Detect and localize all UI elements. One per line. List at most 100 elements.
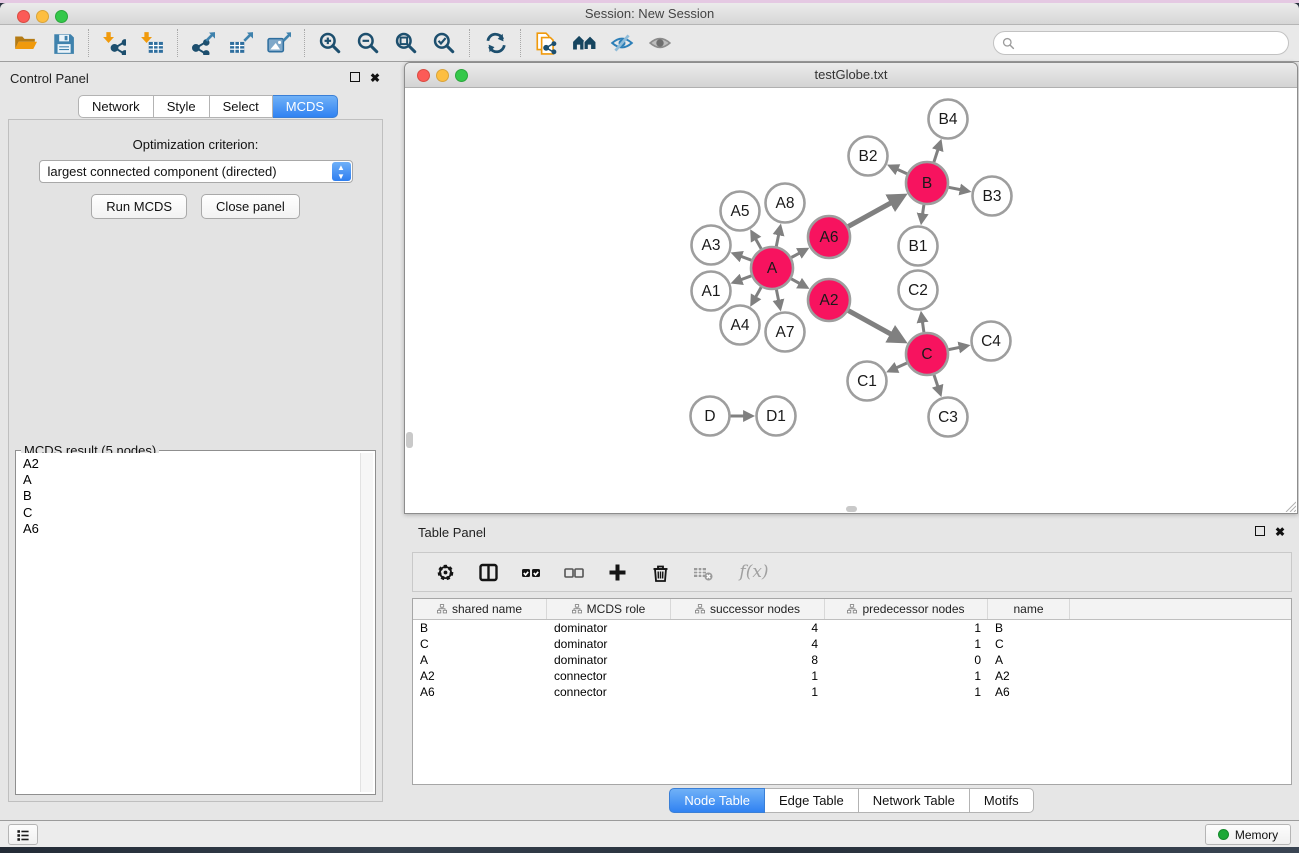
column-header-predecessor-nodes[interactable]: predecessor nodes <box>825 599 988 619</box>
graph-edge-C-C2[interactable] <box>922 321 924 332</box>
result-scrollbar[interactable] <box>360 453 373 792</box>
table-close-panel-icon[interactable]: ✖ <box>1275 526 1285 538</box>
graph-edge-C-C1[interactable] <box>895 363 907 368</box>
import-table-button[interactable] <box>133 27 171 59</box>
graph-node-A1[interactable]: A1 <box>692 272 731 311</box>
graph-node-B4[interactable]: B4 <box>929 100 968 139</box>
zoom-selected-button[interactable] <box>425 27 463 59</box>
mcds-result-list[interactable]: A2ABCA6 <box>18 453 360 792</box>
add-column-button[interactable] <box>604 557 630 587</box>
open-file-button[interactable] <box>6 27 44 59</box>
import-network-button[interactable] <box>95 27 133 59</box>
export-network-button[interactable] <box>184 27 222 59</box>
tab-motifs[interactable]: Motifs <box>970 788 1034 813</box>
graph-node-A4[interactable]: A4 <box>721 306 760 345</box>
graph-node-B[interactable]: B <box>906 162 948 204</box>
function-builder-button[interactable]: f(x) <box>733 557 775 587</box>
graph-node-C1[interactable]: C1 <box>848 362 887 401</box>
clone-network-button[interactable] <box>527 27 565 59</box>
graph-edge-B-B4[interactable] <box>934 149 938 163</box>
vertical-scroll-thumb[interactable] <box>406 432 413 448</box>
table-row[interactable]: A2connector11A2 <box>413 668 1291 684</box>
export-image-button[interactable] <box>260 27 298 59</box>
graph-node-A3[interactable]: A3 <box>692 226 731 265</box>
graph-edge-B-B3[interactable] <box>949 187 962 190</box>
mcds-result-item[interactable]: A <box>23 472 360 488</box>
graph-edge-A2-C[interactable] <box>848 311 893 336</box>
graph-edge-A-A7[interactable] <box>776 290 778 302</box>
tab-network-table[interactable]: Network Table <box>859 788 970 813</box>
resize-grip-icon[interactable] <box>1283 499 1296 512</box>
horizontal-scroll-thumb[interactable] <box>846 506 857 512</box>
table-row[interactable]: Adominator80A <box>413 652 1291 668</box>
mcds-result-item[interactable]: A2 <box>23 456 360 472</box>
column-header-name[interactable]: name <box>988 599 1070 619</box>
tab-select[interactable]: Select <box>210 95 273 118</box>
close-panel-icon[interactable]: ✖ <box>370 72 380 84</box>
mcds-result-item[interactable]: C <box>23 505 360 521</box>
network-canvas[interactable]: B4 B2 B B3 A8 A5 A6 A3 B1 A C2 A1 A2 <box>405 88 1297 513</box>
graph-node-A8[interactable]: A8 <box>766 184 805 223</box>
graph-node-A2[interactable]: A2 <box>808 279 850 321</box>
tab-style[interactable]: Style <box>154 95 210 118</box>
graph-edge-A-A6[interactable] <box>791 253 800 258</box>
graph-edge-B-B1[interactable] <box>922 205 924 215</box>
graph-node-B1[interactable]: B1 <box>899 227 938 266</box>
mcds-result-item[interactable]: B <box>23 488 360 504</box>
optimization-criterion-dropdown[interactable]: largest connected component (directed) ▲… <box>39 160 353 183</box>
graph-node-A6[interactable]: A6 <box>808 216 850 258</box>
table-row[interactable]: Cdominator41C <box>413 636 1291 652</box>
refresh-button[interactable] <box>476 27 514 59</box>
zoom-out-button[interactable] <box>349 27 387 59</box>
save-session-button[interactable] <box>44 27 82 59</box>
graph-edge-A-A5[interactable] <box>755 238 761 249</box>
float-panel-icon[interactable] <box>350 72 360 84</box>
show-columns-button[interactable] <box>475 557 501 587</box>
delete-table-button[interactable] <box>690 557 716 587</box>
graph-edge-A-A3[interactable] <box>740 256 751 260</box>
graph-node-A[interactable]: A <box>751 247 793 289</box>
graph-edge-C-C3[interactable] <box>934 375 938 388</box>
tab-network[interactable]: Network <box>78 95 154 118</box>
hide-graphics-details-button[interactable] <box>603 27 641 59</box>
deselect-all-button[interactable] <box>561 557 587 587</box>
column-header-MCDS-role[interactable]: MCDS role <box>547 599 671 619</box>
graph-node-C2[interactable]: C2 <box>899 271 938 310</box>
tab-node-table[interactable]: Node Table <box>669 788 765 813</box>
tab-mcds[interactable]: MCDS <box>273 95 338 118</box>
graph-edge-A6-B[interactable] <box>848 202 893 227</box>
graph-edge-A-A2[interactable] <box>791 279 800 284</box>
graph-node-C4[interactable]: C4 <box>972 322 1011 361</box>
graph-edge-B-B2[interactable] <box>896 169 907 174</box>
graph-node-A7[interactable]: A7 <box>766 313 805 352</box>
memory-button[interactable]: Memory <box>1205 824 1291 845</box>
search-input[interactable] <box>1019 36 1288 50</box>
graph-edge-C-C4[interactable] <box>949 347 961 349</box>
mcds-result-item[interactable]: A6 <box>23 521 360 537</box>
task-history-button[interactable] <box>8 824 38 845</box>
graph-node-C[interactable]: C <box>906 333 948 375</box>
network-overview-button[interactable] <box>565 27 603 59</box>
graph-node-C3[interactable]: C3 <box>929 398 968 437</box>
delete-columns-button[interactable] <box>647 557 673 587</box>
network-window-titlebar[interactable]: testGlobe.txt <box>405 63 1297 88</box>
table-settings-button[interactable] <box>432 557 458 587</box>
close-panel-button[interactable]: Close panel <box>201 194 300 219</box>
graph-node-B2[interactable]: B2 <box>849 137 888 176</box>
run-mcds-button[interactable]: Run MCDS <box>91 194 187 219</box>
graph-node-B3[interactable]: B3 <box>973 177 1012 216</box>
graph-edge-A-A8[interactable] <box>776 234 779 247</box>
graph-node-D[interactable]: D <box>691 397 730 436</box>
table-row[interactable]: A6connector11A6 <box>413 684 1291 700</box>
graph-edge-A-A4[interactable] <box>755 287 761 298</box>
search-field[interactable] <box>993 31 1289 55</box>
select-all-button[interactable] <box>518 557 544 587</box>
table-float-panel-icon[interactable] <box>1255 526 1265 538</box>
column-header-shared-name[interactable]: shared name <box>413 599 547 619</box>
table-row[interactable]: Bdominator41B <box>413 620 1291 636</box>
column-header-successor-nodes[interactable]: successor nodes <box>671 599 825 619</box>
graph-node-A5[interactable]: A5 <box>721 192 760 231</box>
show-graphics-details-button[interactable] <box>641 27 679 59</box>
zoom-fit-button[interactable] <box>387 27 425 59</box>
graph-edge-A-A1[interactable] <box>740 276 751 280</box>
